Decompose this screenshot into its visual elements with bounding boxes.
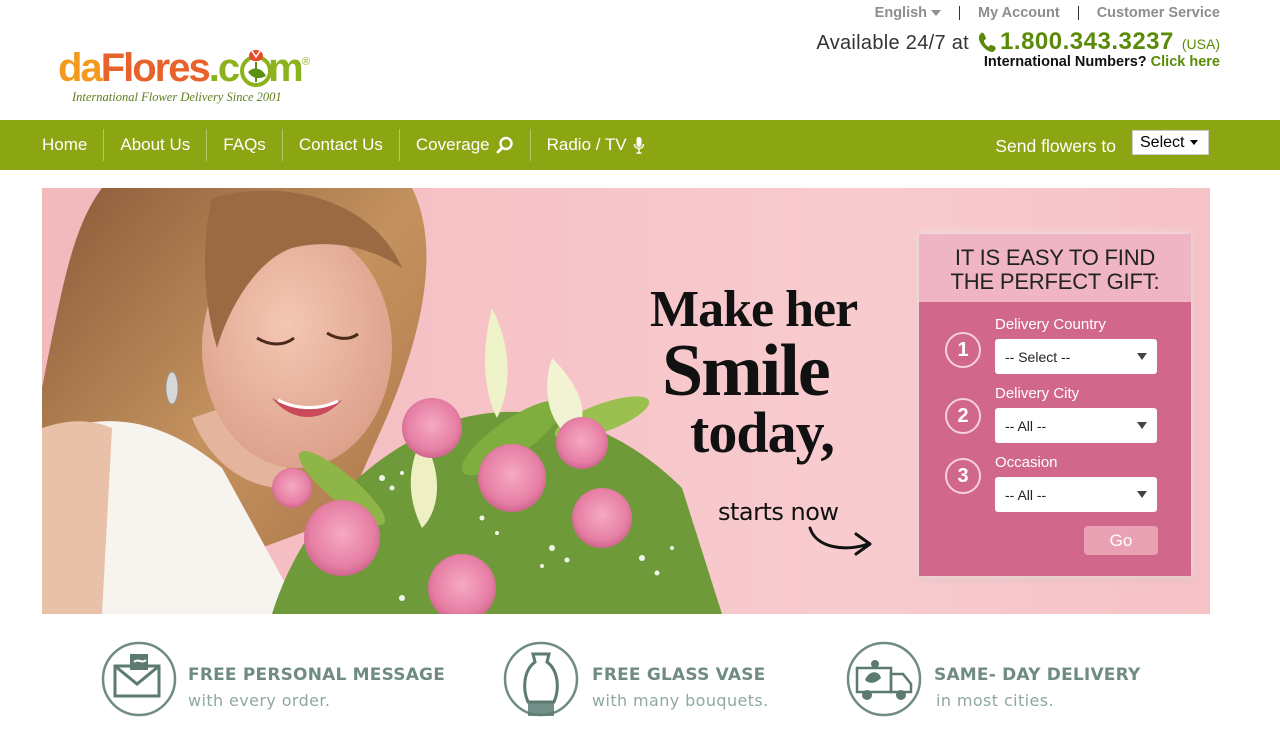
occasion-label: Occasion xyxy=(995,454,1058,471)
nav-contact-us[interactable]: Contact Us xyxy=(283,129,400,161)
features-strip: FREE PERSONAL MESSAGE with every order. … xyxy=(0,630,1280,730)
step-number-badge: 1 xyxy=(945,332,981,368)
nav-label: Contact Us xyxy=(298,135,383,154)
site-header: daFlores.c m ® International Flower Deliv… xyxy=(0,0,1280,120)
microphone-icon xyxy=(633,136,645,154)
feature-free-message: FREE PERSONAL MESSAGE with every order. xyxy=(100,640,480,720)
delivery-country-label: Delivery Country xyxy=(995,316,1106,333)
headline-line-3: today, xyxy=(690,400,835,465)
feature-title: FREE PERSONAL MESSAGE xyxy=(188,665,446,685)
nav-label: About Us xyxy=(120,135,191,154)
site-logo[interactable]: daFlores.c m ® International Flower Deliv… xyxy=(58,44,318,108)
delivery-city-select[interactable]: -- All -- xyxy=(995,408,1157,443)
page: daFlores.c m ® International Flower Deliv… xyxy=(0,0,1280,755)
delivery-city-label: Delivery City xyxy=(995,385,1080,402)
utility-links: English My Account Customer Service xyxy=(875,4,1220,22)
delivery-country-value: -- Select -- xyxy=(1005,348,1071,365)
phone-number-link[interactable]: 1.800.343.3237 xyxy=(1000,28,1174,56)
hero-banner[interactable]: Make her Smile today, starts now IT IS E… xyxy=(42,188,1210,614)
logo-da: da xyxy=(58,46,103,90)
hero-headline: Make her Smile today, xyxy=(650,284,890,462)
chevron-down-icon xyxy=(931,10,942,16)
main-nav: Home About Us FAQs Contact Us Coverage R… xyxy=(0,120,1280,170)
nav-about-us[interactable]: About Us xyxy=(104,129,208,161)
my-account-link[interactable]: My Account xyxy=(978,5,1060,21)
language-selector[interactable]: English xyxy=(874,5,942,21)
gift-finder-panel: IT IS EASY TO FIND THE PERFECT GIFT: 1 D… xyxy=(919,234,1191,576)
finder-title-line-1: IT IS EASY TO FIND xyxy=(954,245,1156,270)
customer-service-link[interactable]: Customer Service xyxy=(1097,5,1220,21)
logo-flores: Flores xyxy=(100,46,211,90)
delivery-city-value: -- All -- xyxy=(1005,417,1047,434)
nav-coverage[interactable]: Coverage xyxy=(400,129,531,161)
chevron-down-icon xyxy=(1137,422,1147,429)
phone-line: Available 24/7 at 1.800.343.3237 (USA) xyxy=(816,28,1220,56)
nav-label: Home xyxy=(42,135,88,154)
international-click-here-link[interactable]: Click here xyxy=(1151,54,1220,70)
step-number-badge: 2 xyxy=(945,398,981,434)
nav-label: Coverage xyxy=(415,135,490,154)
nav-label: Radio / TV xyxy=(546,135,627,154)
feature-subtitle: in most cities. xyxy=(936,691,1054,710)
headline-line-2: Smile xyxy=(662,330,831,412)
feature-title: SAME- DAY DELIVERY xyxy=(934,665,1141,685)
delivery-truck-icon xyxy=(846,641,922,717)
go-button[interactable]: Go xyxy=(1084,526,1158,555)
feature-free-vase: FREE GLASS VASE with many bouquets. xyxy=(502,640,812,720)
international-numbers: International Numbers? Click here xyxy=(984,54,1220,70)
send-flowers-label: Send flowers to xyxy=(995,136,1116,156)
send-flowers-select-value: Select xyxy=(1140,133,1185,151)
step-number-badge: 3 xyxy=(945,458,981,494)
occasion-value: -- All -- xyxy=(1005,486,1047,503)
feature-title: FREE GLASS VASE xyxy=(592,665,766,685)
headline-line-1: Make her xyxy=(650,281,858,338)
gift-finder-title: IT IS EASY TO FIND THE PERFECT GIFT: xyxy=(919,234,1191,302)
chevron-down-icon xyxy=(1190,140,1199,145)
phone-region: (USA) xyxy=(1181,36,1220,52)
phone-icon xyxy=(978,32,996,52)
feature-subtitle: with every order. xyxy=(188,691,331,710)
nav-items: Home About Us FAQs Contact Us Coverage R… xyxy=(26,120,661,170)
feature-subtitle: with many bouquets. xyxy=(592,691,769,710)
nav-radio-tv[interactable]: Radio / TV xyxy=(531,129,661,161)
nav-label: FAQs xyxy=(223,135,266,154)
envelope-icon xyxy=(101,641,177,717)
send-flowers-select[interactable]: Select xyxy=(1132,130,1209,155)
nav-faqs[interactable]: FAQs xyxy=(207,129,283,161)
vase-icon xyxy=(503,641,579,717)
registered-mark: ® xyxy=(302,56,311,68)
divider xyxy=(959,6,961,20)
divider xyxy=(1077,6,1079,20)
logo-dot-c: .c xyxy=(208,46,240,90)
woman-with-bouquet-image xyxy=(42,188,722,614)
finder-title-line-2: THE PERFECT GIFT: xyxy=(950,269,1160,294)
chevron-down-icon xyxy=(1137,491,1147,498)
chevron-down-icon xyxy=(1137,353,1147,360)
availability-text: Available 24/7 at xyxy=(816,32,970,54)
nav-home[interactable]: Home xyxy=(26,129,105,161)
logo-tagline: International Flower Delivery Since 2001 xyxy=(72,90,282,104)
occasion-select[interactable]: -- All -- xyxy=(995,477,1157,512)
search-icon xyxy=(496,136,514,154)
curved-arrow-icon xyxy=(808,526,872,556)
flower-logo-icon xyxy=(240,50,272,87)
international-label: International Numbers? xyxy=(983,54,1147,70)
feature-same-day-delivery: SAME- DAY DELIVERY in most cities. xyxy=(845,640,1165,720)
delivery-country-select[interactable]: -- Select -- xyxy=(995,339,1157,374)
language-label: English xyxy=(874,5,928,21)
